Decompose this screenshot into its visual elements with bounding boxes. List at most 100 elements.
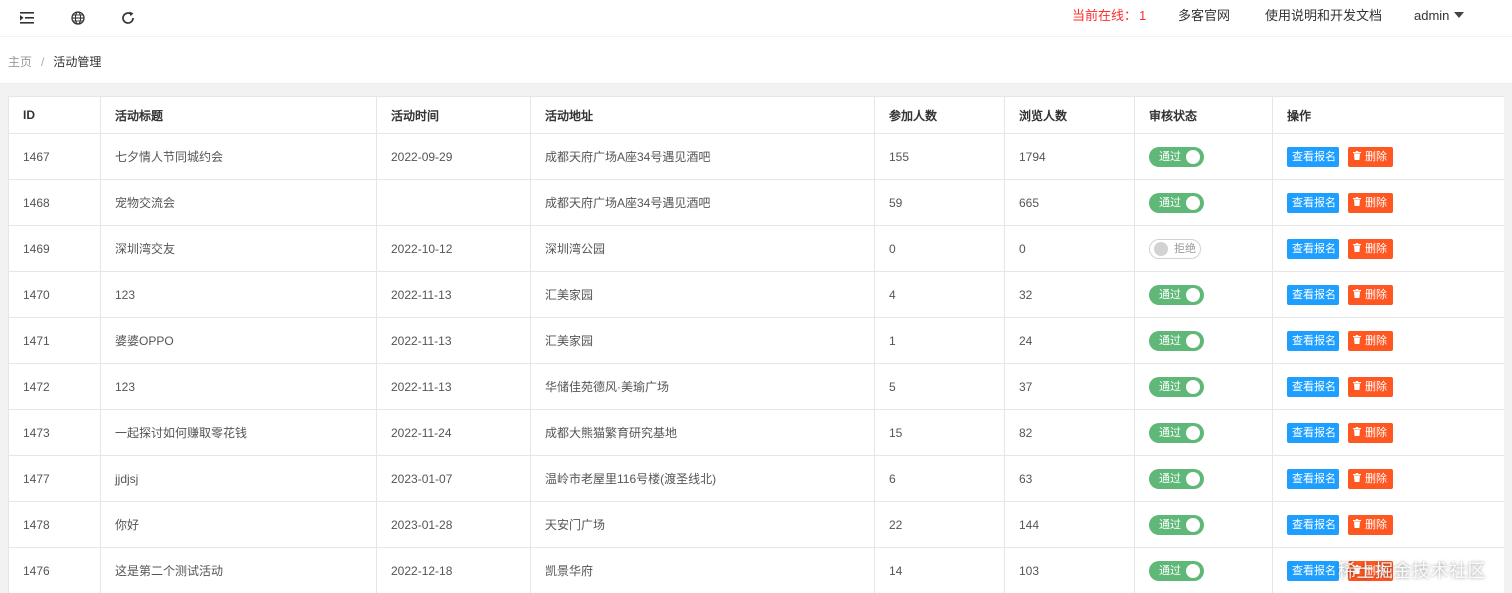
status-toggle[interactable]: 通过: [1149, 468, 1204, 489]
delete-label: 删除: [1365, 288, 1387, 301]
view-signups-button[interactable]: 查看报名: [1287, 514, 1339, 535]
menu-fold-icon[interactable]: [18, 8, 38, 28]
cell-date: 2022-09-29: [376, 133, 531, 180]
delete-button[interactable]: 删除: [1348, 330, 1393, 351]
delete-label: 删除: [1365, 518, 1387, 531]
status-toggle[interactable]: 通过: [1149, 514, 1204, 535]
column-header-joined: 参加人数: [874, 96, 1005, 134]
cell-joined: 4: [874, 271, 1005, 318]
status-toggle[interactable]: 通过: [1149, 146, 1204, 167]
cell-actions: 查看报名 删除: [1272, 179, 1504, 226]
breadcrumb-bar: 主页 / 活动管理: [0, 37, 1512, 84]
breadcrumb-home[interactable]: 主页: [8, 55, 32, 69]
status-toggle-label: 通过: [1159, 380, 1181, 393]
column-header-actions: 操作: [1272, 96, 1504, 134]
activity-table-container: ID 活动标题 活动时间 活动地址 参加人数 浏览人数 审核状态 操作 1467…: [8, 96, 1504, 593]
user-menu[interactable]: admin: [1414, 0, 1465, 32]
table-row: 1473 一起探讨如何赚取零花钱 2022-11-24 成都大熊猫繁育研究基地 …: [8, 409, 1504, 456]
globe-icon[interactable]: [68, 8, 88, 28]
cell-views: 665: [1004, 179, 1135, 226]
cell-id: 1469: [8, 225, 101, 272]
status-toggle-knob: [1154, 241, 1168, 256]
delete-button[interactable]: 删除: [1348, 422, 1393, 443]
trash-icon: [1353, 335, 1361, 345]
view-signups-button[interactable]: 查看报名: [1287, 468, 1339, 489]
view-signups-button[interactable]: 查看报名: [1287, 330, 1339, 351]
cell-actions: 查看报名 删除: [1272, 271, 1504, 318]
cell-date: 2022-11-13: [376, 271, 531, 318]
trash-icon: [1353, 151, 1361, 161]
status-toggle[interactable]: 通过: [1149, 284, 1204, 305]
cell-id: 1468: [8, 179, 101, 226]
status-toggle[interactable]: 通过: [1149, 192, 1204, 213]
cell-status: 通过: [1134, 501, 1273, 548]
status-toggle-knob: [1186, 471, 1200, 486]
view-signups-button[interactable]: 查看报名: [1287, 146, 1339, 167]
trash-icon: [1353, 197, 1361, 207]
view-signups-button[interactable]: 查看报名: [1287, 238, 1339, 259]
delete-button[interactable]: 删除: [1348, 560, 1393, 581]
cell-actions: 查看报名 删除: [1272, 225, 1504, 272]
cell-address: 汇美家园: [530, 317, 875, 364]
status-toggle[interactable]: 通过: [1149, 560, 1204, 581]
view-signups-label: 查看报名: [1292, 288, 1336, 301]
cell-id: 1471: [8, 317, 101, 364]
delete-button[interactable]: 删除: [1348, 238, 1393, 259]
view-signups-label: 查看报名: [1292, 472, 1336, 485]
cell-joined: 5: [874, 363, 1005, 410]
column-header-views: 浏览人数: [1004, 96, 1135, 134]
view-signups-button[interactable]: 查看报名: [1287, 376, 1339, 397]
delete-button[interactable]: 删除: [1348, 514, 1393, 535]
status-toggle[interactable]: 拒绝: [1149, 238, 1201, 259]
activity-table: ID 活动标题 活动时间 活动地址 参加人数 浏览人数 审核状态 操作 1467…: [8, 96, 1504, 593]
cell-views: 63: [1004, 455, 1135, 502]
cell-actions: 查看报名 删除: [1272, 409, 1504, 456]
cell-views: 37: [1004, 363, 1135, 410]
delete-button[interactable]: 删除: [1348, 192, 1393, 213]
cell-joined: 6: [874, 455, 1005, 502]
view-signups-button[interactable]: 查看报名: [1287, 284, 1339, 305]
table-row: 1476 这是第二个测试活动 2022-12-18 凯景华府 14 103 通过…: [8, 547, 1504, 593]
table-body: 1467 七夕情人节同城约会 2022-09-29 成都天府广场A座34号遇见酒…: [8, 133, 1504, 593]
column-header-date: 活动时间: [376, 96, 531, 134]
cell-joined: 15: [874, 409, 1005, 456]
delete-button[interactable]: 删除: [1348, 468, 1393, 489]
online-label: 当前在线：: [1072, 8, 1138, 23]
status-toggle-label: 通过: [1159, 334, 1181, 347]
cell-address: 温岭市老屋里116号楼(渡圣线北): [530, 455, 875, 502]
delete-button[interactable]: 删除: [1348, 146, 1393, 167]
table-row: 1471 婆婆OPPO 2022-11-13 汇美家园 1 24 通过 查看报名…: [8, 317, 1504, 364]
table-header-row: ID 活动标题 活动时间 活动地址 参加人数 浏览人数 审核状态 操作: [8, 96, 1504, 134]
cell-joined: 59: [874, 179, 1005, 226]
status-toggle-label: 通过: [1159, 150, 1181, 163]
cell-title: 你好: [100, 501, 377, 548]
table-row: 1472 123 2022-11-13 华储佳苑德风·美瑜广场 5 37 通过 …: [8, 363, 1504, 410]
cell-status: 通过: [1134, 317, 1273, 364]
cell-id: 1477: [8, 455, 101, 502]
view-signups-label: 查看报名: [1292, 564, 1336, 577]
cell-actions: 查看报名 删除: [1272, 133, 1504, 180]
docs-link[interactable]: 使用说明和开发文档: [1265, 0, 1382, 32]
delete-button[interactable]: 删除: [1348, 284, 1393, 305]
cell-id: 1476: [8, 547, 101, 593]
cell-status: 通过: [1134, 363, 1273, 410]
refresh-icon[interactable]: [118, 8, 138, 28]
status-toggle[interactable]: 通过: [1149, 422, 1204, 443]
cell-date: 2023-01-07: [376, 455, 531, 502]
cell-date: 2022-11-13: [376, 363, 531, 410]
view-signups-button[interactable]: 查看报名: [1287, 560, 1339, 581]
status-toggle[interactable]: 通过: [1149, 330, 1204, 351]
cell-date: 2022-12-18: [376, 547, 531, 593]
view-signups-button[interactable]: 查看报名: [1287, 422, 1339, 443]
delete-label: 删除: [1365, 426, 1387, 439]
delete-button[interactable]: 删除: [1348, 376, 1393, 397]
cell-title: 123: [100, 363, 377, 410]
official-site-link[interactable]: 多客官网: [1178, 0, 1230, 32]
cell-actions: 查看报名 删除: [1272, 455, 1504, 502]
delete-label: 删除: [1365, 564, 1387, 577]
cell-views: 24: [1004, 317, 1135, 364]
table-row: 1478 你好 2023-01-28 天安门广场 22 144 通过 查看报名 删…: [8, 501, 1504, 548]
status-toggle[interactable]: 通过: [1149, 376, 1204, 397]
view-signups-button[interactable]: 查看报名: [1287, 192, 1339, 213]
cell-actions: 查看报名 删除: [1272, 501, 1504, 548]
